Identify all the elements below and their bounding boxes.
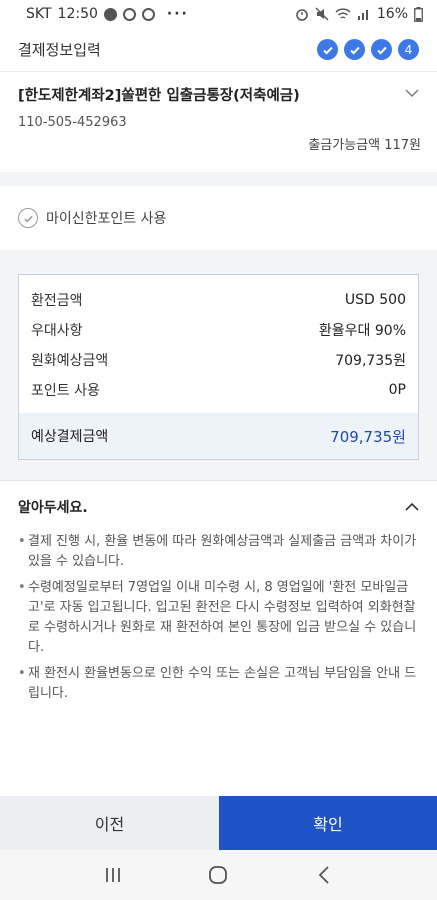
account-name: [한도제한계좌2]쏠편한 입출금통장(저축예금) [18, 88, 300, 104]
point-usage-toggle[interactable]: 마이신한포인트 사용 [0, 186, 437, 250]
check-icon [322, 46, 333, 55]
battery-icon [414, 6, 423, 22]
available-balance: 출금가능금액 117원 [308, 138, 421, 153]
section-divider [0, 172, 437, 186]
summary-label: 포인트 사용 [31, 383, 100, 399]
step-3-done [371, 39, 392, 60]
status-left: SKT 12:50 ··· [26, 6, 189, 22]
confirm-button[interactable]: 확인 [219, 796, 437, 850]
total-label: 예상결제금액 [31, 429, 109, 445]
summary-row-preference: 우대사항 환율우대 90% [19, 315, 418, 345]
summary-row-krw-estimate: 원화예상금액 709,735원 [19, 345, 418, 375]
message-icon [103, 7, 117, 21]
system-nav-bar [0, 850, 437, 900]
step-1-done [317, 39, 338, 60]
notification-icon [122, 7, 136, 21]
signal-icon [357, 10, 368, 20]
wifi-icon [335, 8, 351, 19]
mute-icon [315, 7, 329, 21]
home-icon[interactable] [203, 860, 233, 890]
summary-row-point-usage: 포인트 사용 0P [19, 375, 418, 405]
summary-label: 우대사항 [31, 323, 83, 339]
summary-value: 환율우대 90% [318, 323, 406, 339]
notice-item: 수령예정일로부터 7영업일 이내 미수령 시, 8 영업일에 '환전 모바일금고… [18, 578, 419, 658]
battery-percent: 16% [376, 6, 408, 22]
account-number: 110-505-452963 [18, 115, 127, 130]
summary-row-exchange-amount: 환전금액 USD 500 [19, 285, 418, 315]
status-right: 16% [295, 6, 423, 22]
step-4-current: 4 [398, 39, 419, 60]
summary-label: 원화예상금액 [31, 353, 109, 369]
page-title: 결제정보입력 [18, 41, 101, 59]
check-icon [376, 46, 387, 55]
more-notifications-icon: ··· [166, 6, 189, 22]
checkbox-icon[interactable] [18, 208, 38, 228]
summary-value: 709,735원 [335, 353, 406, 369]
prev-button[interactable]: 이전 [0, 796, 219, 850]
notice-header[interactable]: 알아두세요. [0, 480, 437, 532]
point-usage-label: 마이신한포인트 사용 [46, 211, 167, 227]
total-value: 709,735원 [330, 427, 406, 446]
notice-list: 결제 진행 시, 환율 변동에 따라 원화예상금액과 실제출금 금액과 차이가 … [0, 532, 437, 704]
summary-value: 0P [388, 382, 406, 398]
check-icon [23, 215, 33, 222]
chevron-down-icon[interactable] [405, 86, 419, 100]
check-icon [349, 46, 360, 55]
account-selector[interactable]: [한도제한계좌2]쏠편한 입출금통장(저축예금) 110-505-452963 … [0, 72, 437, 172]
step-2-done [344, 39, 365, 60]
carrier-label: SKT [26, 6, 52, 22]
notice-item: 재 환전시 환율변동으로 인한 수익 또는 손실은 고객님 부담임을 안내 드립… [18, 664, 419, 704]
bottom-action-bar: 이전 확인 [0, 796, 437, 850]
page-header: 결제정보입력 4 [0, 28, 437, 72]
summary-section: 환전금액 USD 500 우대사항 환율우대 90% 원화예상금액 709,73… [0, 250, 437, 480]
step-indicator: 4 [317, 39, 419, 60]
summary-total-row: 예상결제금액 709,735원 [19, 413, 418, 459]
recent-apps-icon[interactable] [98, 860, 128, 890]
alarm-icon [296, 9, 308, 21]
chevron-up-icon[interactable] [405, 500, 419, 514]
notice-item: 결제 진행 시, 환율 변동에 따라 원화예상금액과 실제출금 금액과 차이가 … [18, 532, 419, 572]
app-icon [141, 7, 155, 21]
back-icon[interactable] [309, 860, 339, 890]
notice-title: 알아두세요. [18, 499, 88, 516]
clock: 12:50 [57, 6, 98, 22]
summary-label: 환전금액 [31, 293, 83, 309]
status-bar: SKT 12:50 ··· 16% [0, 0, 437, 28]
summary-value: USD 500 [344, 292, 406, 308]
payment-summary-box: 환전금액 USD 500 우대사항 환율우대 90% 원화예상금액 709,73… [18, 274, 419, 460]
